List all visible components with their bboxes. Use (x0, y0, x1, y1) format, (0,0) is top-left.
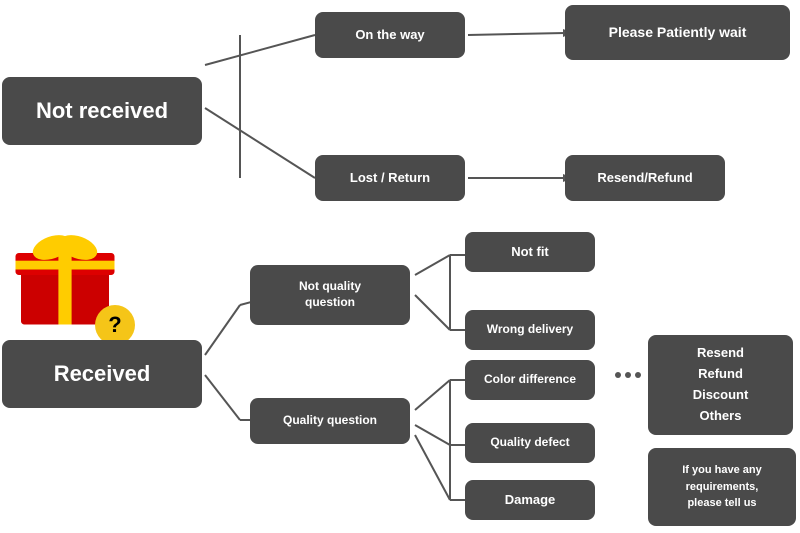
resend-refund-top-node: Resend/Refund (565, 155, 725, 201)
diagram: Not received On the way Please Patiently… (0, 0, 800, 533)
requirements-box-label: If you have any requirements, please tel… (682, 462, 761, 512)
color-difference-label: Color difference (484, 372, 576, 388)
on-the-way-node: On the way (315, 12, 465, 58)
wrong-delivery-node: Wrong delivery (465, 310, 595, 350)
lost-return-node: Lost / Return (315, 155, 465, 201)
not-fit-label: Not fit (511, 244, 549, 261)
not-received-node: Not received (2, 77, 202, 145)
damage-label: Damage (505, 492, 556, 509)
options-box-node: Resend Refund Discount Others (648, 335, 793, 435)
resend-refund-top-label: Resend/Refund (597, 170, 692, 187)
quality-question-label: Quality question (283, 413, 377, 429)
please-wait-label: Please Patiently wait (609, 23, 747, 41)
lost-return-label: Lost / Return (350, 170, 430, 187)
quality-question-node: Quality question (250, 398, 410, 444)
not-quality-question-node: Not quality question (250, 265, 410, 325)
not-fit-node: Not fit (465, 232, 595, 272)
received-label: Received (54, 360, 151, 389)
quality-defect-label: Quality defect (490, 435, 569, 451)
gift-box: ? (10, 220, 140, 350)
requirements-box-node: If you have any requirements, please tel… (648, 448, 796, 526)
wrong-delivery-label: Wrong delivery (487, 322, 573, 338)
please-wait-node: Please Patiently wait (565, 5, 790, 60)
options-box-label: Resend Refund Discount Others (693, 343, 749, 426)
question-badge: ? (95, 305, 135, 345)
damage-node: Damage (465, 480, 595, 520)
received-node: Received (2, 340, 202, 408)
color-difference-node: Color difference (465, 360, 595, 400)
on-the-way-label: On the way (355, 27, 424, 44)
quality-defect-node: Quality defect (465, 423, 595, 463)
not-received-label: Not received (36, 97, 168, 126)
not-quality-question-label: Not quality question (299, 279, 361, 310)
